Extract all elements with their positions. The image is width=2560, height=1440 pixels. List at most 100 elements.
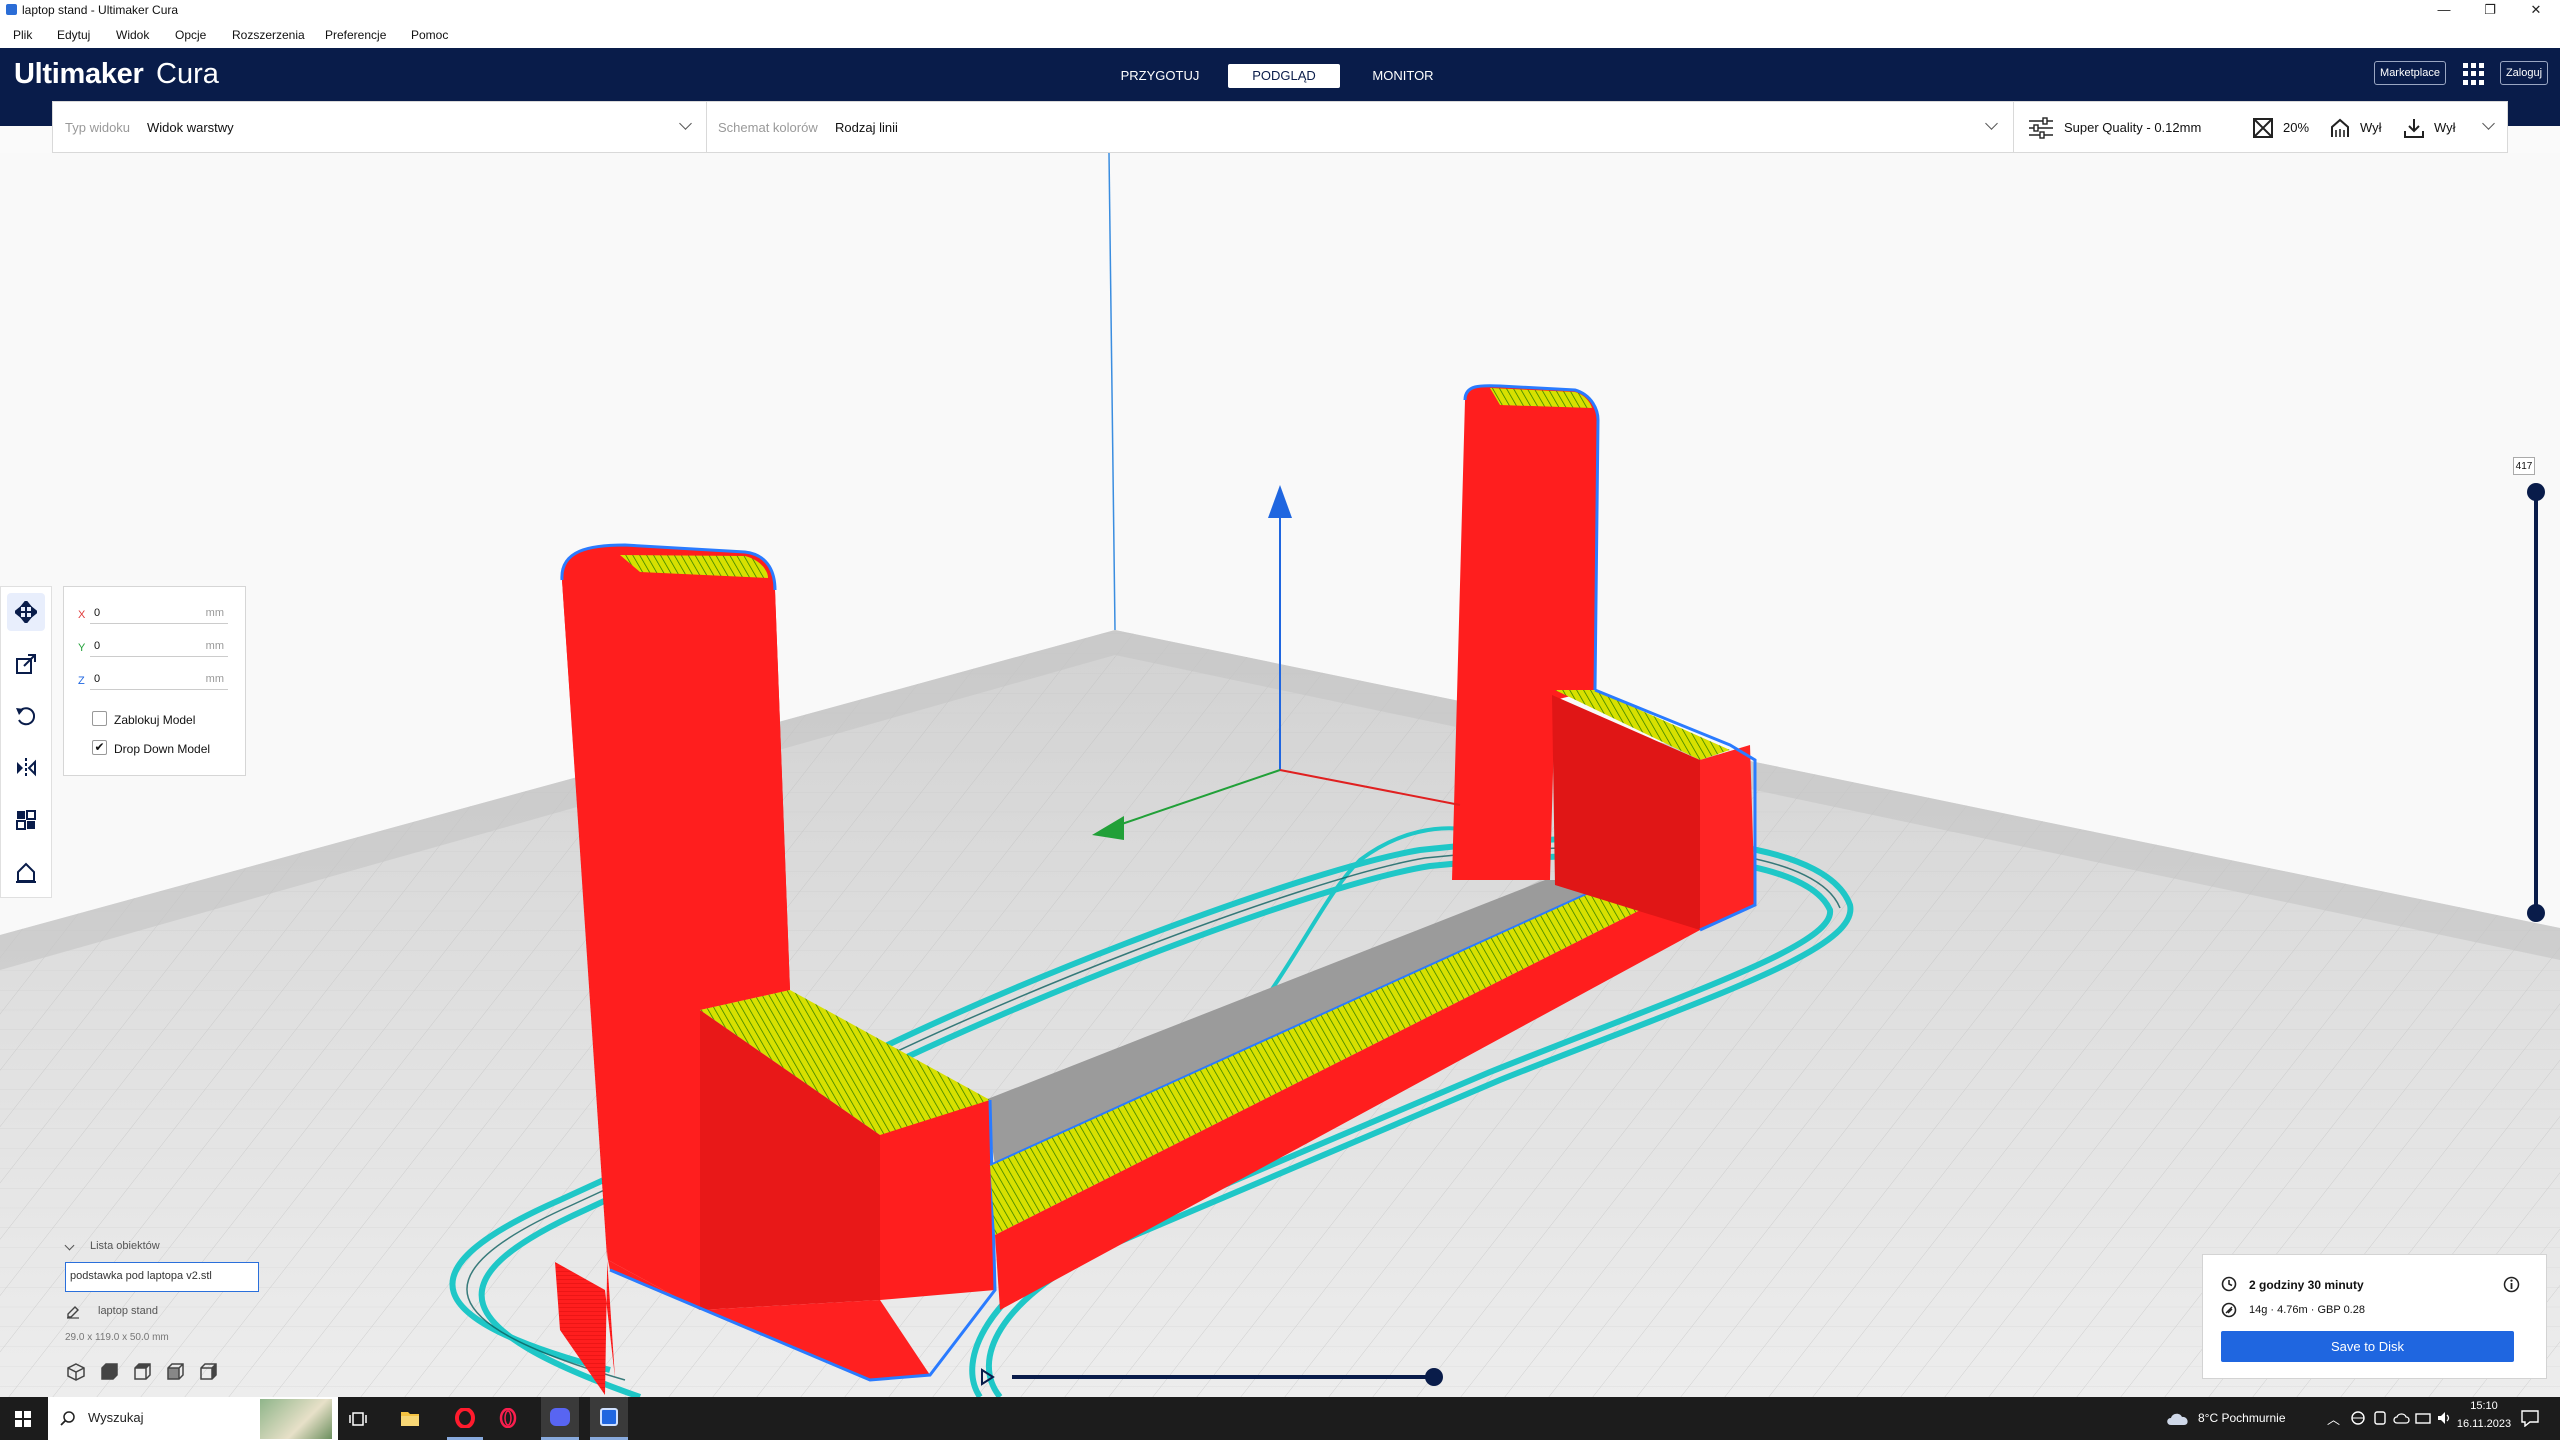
windows-start-icon[interactable] bbox=[15, 1411, 31, 1427]
support-blocker-button[interactable] bbox=[7, 853, 45, 891]
x-axis-label: X bbox=[78, 609, 86, 621]
support-icon bbox=[2331, 118, 2349, 137]
drop-down-model-label: Drop Down Model bbox=[114, 742, 211, 756]
network-tray-icon[interactable] bbox=[2350, 1410, 2366, 1426]
search-icon bbox=[60, 1411, 75, 1426]
3d-view-icon[interactable] bbox=[66, 1362, 86, 1382]
chevron-down-icon[interactable] bbox=[2482, 117, 2495, 130]
view-options-bar: Typ widoku Widok warstwy Schemat kolorów… bbox=[52, 101, 2508, 153]
tab-prepare[interactable]: PRZYGOTUJ bbox=[1108, 64, 1212, 88]
menu-help[interactable]: Pomoc bbox=[411, 28, 448, 42]
notifications-icon[interactable] bbox=[2520, 1409, 2540, 1427]
tab-preview[interactable]: PODGLĄD bbox=[1228, 64, 1340, 88]
restore-button[interactable]: ❐ bbox=[2467, 0, 2513, 20]
marketplace-button[interactable]: Marketplace bbox=[2374, 61, 2446, 85]
menu-preferences[interactable]: Preferencje bbox=[325, 28, 386, 42]
move-icon bbox=[15, 601, 37, 623]
cloud-sync-icon[interactable] bbox=[2393, 1410, 2411, 1426]
clock-time[interactable]: 15:10 bbox=[2458, 1400, 2510, 1412]
per-model-settings-icon bbox=[16, 810, 36, 830]
job-name[interactable]: laptop stand bbox=[98, 1305, 158, 1317]
login-button[interactable]: Zaloguj bbox=[2500, 61, 2548, 85]
object-list-item[interactable]: podstawka pod laptopa v2.stl bbox=[65, 1262, 259, 1292]
drop-down-model-checkbox[interactable]: ✔ bbox=[92, 740, 107, 755]
z-axis-label: Z bbox=[78, 675, 85, 687]
tool-bar bbox=[0, 586, 52, 898]
info-icon[interactable] bbox=[2503, 1276, 2520, 1293]
per-model-settings-button[interactable] bbox=[7, 801, 45, 839]
z-position-field[interactable]: 0 mm bbox=[90, 670, 228, 690]
top-view-icon[interactable] bbox=[132, 1362, 152, 1382]
mirror-icon bbox=[17, 758, 36, 778]
menu-bar: Plik Edytuj Widok Opcje Rozszerzenia Pre… bbox=[0, 20, 2560, 48]
weather-text[interactable]: 8°C Pochmurnie bbox=[2198, 1411, 2286, 1425]
camera-view-buttons bbox=[66, 1362, 226, 1382]
right-view-icon[interactable] bbox=[198, 1362, 218, 1382]
file-explorer-icon[interactable] bbox=[400, 1409, 420, 1427]
y-position-field[interactable]: 0 mm bbox=[90, 637, 228, 657]
move-settings-panel: X 0 mm Y 0 mm Z 0 mm Zablokuj Model ✔ Drop … bbox=[63, 586, 246, 776]
print-info-panel: 2 godziny 30 minuty 14g · 4.76m · GBP 0.… bbox=[2202, 1254, 2547, 1379]
model-dimensions: 29.0 x 119.0 x 50.0 mm bbox=[65, 1332, 169, 1343]
menu-extensions[interactable]: Rozszerzenia bbox=[232, 28, 305, 42]
taskbar-search[interactable]: Wyszukaj bbox=[48, 1397, 338, 1440]
lock-model-checkbox[interactable] bbox=[92, 711, 107, 726]
tab-monitor[interactable]: MONITOR bbox=[1352, 64, 1454, 88]
opera-gx-icon[interactable] bbox=[498, 1408, 518, 1428]
profile-name[interactable]: Super Quality - 0.12mm bbox=[2064, 120, 2201, 135]
opera-icon bbox=[455, 1408, 475, 1428]
lock-model-label: Zablokuj Model bbox=[114, 713, 196, 727]
discord-taskbar-button[interactable] bbox=[541, 1397, 579, 1440]
support-value[interactable]: Wył bbox=[2360, 120, 2382, 135]
layer-slider-top-handle[interactable] bbox=[2527, 483, 2545, 501]
tray-app-icon[interactable] bbox=[2372, 1410, 2388, 1426]
material-estimate: 14g · 4.76m · GBP 0.28 bbox=[2249, 1304, 2365, 1316]
window-title: laptop stand - Ultimaker Cura bbox=[22, 3, 179, 17]
left-view-icon[interactable] bbox=[165, 1362, 185, 1382]
menu-view[interactable]: Widok bbox=[116, 28, 149, 42]
move-tool-button[interactable] bbox=[7, 593, 45, 631]
front-view-icon[interactable] bbox=[99, 1362, 119, 1382]
3d-viewport[interactable] bbox=[0, 153, 2560, 1397]
object-list-header[interactable]: Lista obiektów bbox=[90, 1240, 160, 1252]
chevron-down-icon[interactable] bbox=[1985, 117, 1998, 130]
task-view-icon[interactable] bbox=[349, 1410, 367, 1428]
cura-taskbar-button[interactable] bbox=[590, 1397, 628, 1440]
clock-date[interactable]: 16.11.2023 bbox=[2448, 1418, 2520, 1430]
pencil-icon[interactable] bbox=[66, 1305, 80, 1319]
save-to-disk-button[interactable]: Save to Disk bbox=[2221, 1331, 2514, 1362]
rotate-tool-button[interactable] bbox=[7, 697, 45, 735]
support-blocker-icon bbox=[16, 862, 36, 883]
chevron-down-icon[interactable] bbox=[679, 117, 692, 130]
view-type-dropdown[interactable]: Widok warstwy bbox=[147, 120, 234, 135]
infill-value[interactable]: 20% bbox=[2283, 120, 2309, 135]
adhesion-value[interactable]: Wył bbox=[2434, 120, 2456, 135]
menu-file[interactable]: Plik bbox=[13, 28, 32, 42]
material-spool-icon bbox=[2221, 1302, 2237, 1318]
layer-slider-bottom-handle[interactable] bbox=[2527, 904, 2545, 922]
layer-number-badge[interactable]: 417 bbox=[2513, 457, 2535, 475]
view-type-label: Typ widoku bbox=[65, 120, 131, 135]
logo-cura: Cura bbox=[156, 58, 219, 90]
opera-taskbar-button[interactable] bbox=[447, 1397, 483, 1440]
mirror-tool-button[interactable] bbox=[7, 749, 45, 787]
simulation-slider-handle[interactable] bbox=[1425, 1368, 1443, 1386]
search-highlight-image bbox=[260, 1399, 332, 1439]
minimize-button[interactable]: — bbox=[2421, 0, 2467, 20]
close-button[interactable]: ✕ bbox=[2513, 0, 2559, 20]
x-position-field[interactable]: 0 mm bbox=[90, 604, 228, 624]
rotate-icon bbox=[16, 707, 36, 726]
tray-chevron-up-icon[interactable]: ︿ bbox=[2327, 1409, 2340, 1428]
os-taskbar: Wyszukaj 8°C Pochmurnie ︿ 15:10 16.11.20… bbox=[0, 1397, 2560, 1440]
menu-settings[interactable]: Opcje bbox=[175, 28, 206, 42]
menu-edit[interactable]: Edytuj bbox=[57, 28, 90, 42]
settings-sliders-icon[interactable] bbox=[2028, 117, 2054, 139]
apps-grid-icon[interactable] bbox=[2463, 63, 2485, 85]
cura-app-icon bbox=[6, 4, 17, 15]
scale-tool-button[interactable] bbox=[7, 645, 45, 683]
print-time: 2 godziny 30 minuty bbox=[2249, 1278, 2364, 1292]
wifi-icon[interactable] bbox=[2415, 1410, 2431, 1426]
y-axis-label: Y bbox=[78, 642, 86, 654]
color-scheme-dropdown[interactable]: Rodzaj linii bbox=[835, 120, 898, 135]
adhesion-icon bbox=[2404, 119, 2424, 138]
